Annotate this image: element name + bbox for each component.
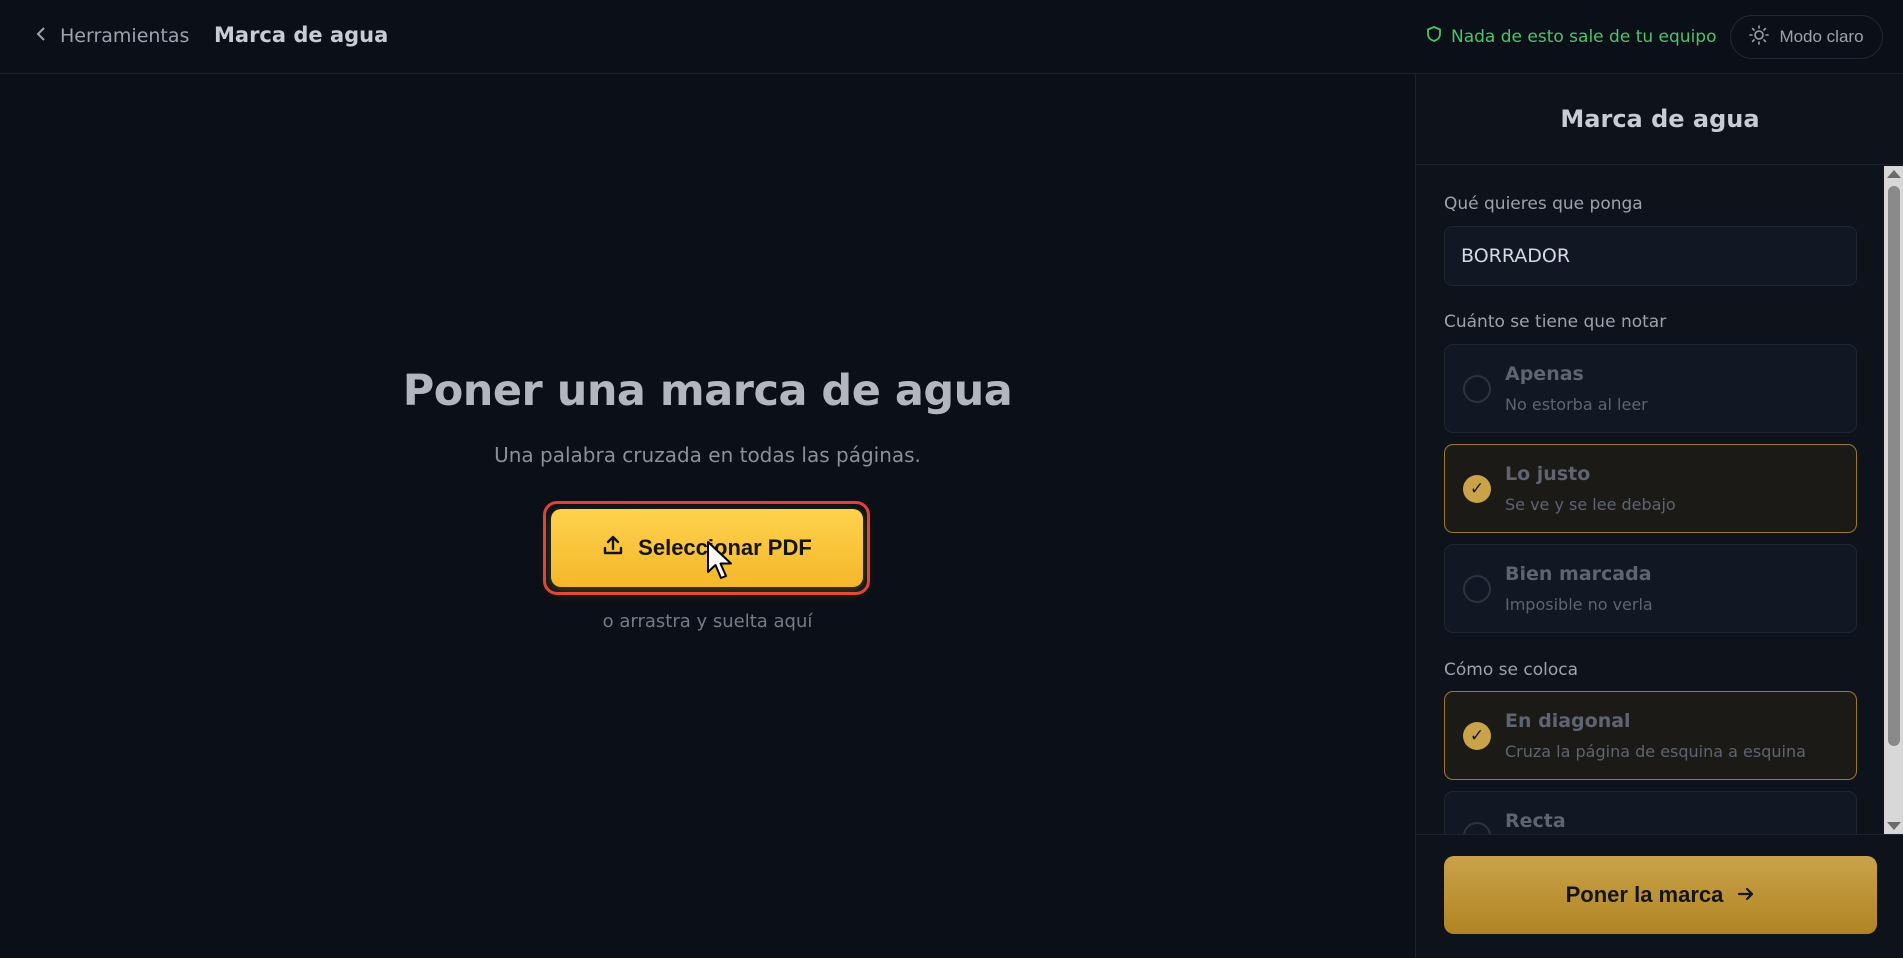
watermark-text-input[interactable] [1444, 226, 1857, 286]
radio-icon [1463, 575, 1491, 603]
option-title: Bien marcada [1505, 563, 1652, 585]
option-title: Recta [1505, 810, 1566, 832]
arrow-right-icon [1737, 882, 1755, 908]
shield-icon [1427, 26, 1441, 47]
apply-watermark-label: Poner la marca [1565, 882, 1724, 907]
scroll-up-icon[interactable] [1887, 170, 1901, 178]
light-mode-label: Modo claro [1779, 27, 1864, 46]
option-description: Imposible no verla [1505, 595, 1653, 614]
scroll-down-icon[interactable] [1887, 822, 1901, 830]
back-link-label: Herramientas [60, 25, 190, 47]
scrollbar-thumb[interactable] [1888, 186, 1900, 746]
settings-panel: Marca de agua Qué quieres que ponga Cuán… [1415, 74, 1903, 958]
mouse-cursor-icon [706, 540, 736, 586]
upload-icon [602, 534, 624, 562]
hero-subtitle: Una palabra cruzada en todas las páginas… [494, 443, 921, 467]
option-description: Cruza la página de esquina a esquina [1505, 742, 1806, 761]
check-icon: ✓ [1463, 722, 1491, 750]
panel-title: Marca de agua [1416, 74, 1903, 165]
top-bar: Herramientas Marca de agua Nada de esto … [0, 0, 1903, 74]
option-description: Se ve y se lee debajo [1505, 495, 1676, 514]
page-title: Marca de agua [214, 23, 389, 47]
privacy-notice: Nada de esto sale de tu equipo [1427, 26, 1716, 47]
placement-label: Cómo se coloca [1444, 660, 1578, 680]
intensity-option-apenas[interactable]: Apenas No estorba al leer [1444, 344, 1857, 433]
option-title: Lo justo [1505, 463, 1591, 485]
intensity-option-lo-justo[interactable]: ✓ Lo justo Se ve y se lee debajo [1444, 444, 1857, 533]
option-title: En diagonal [1505, 710, 1631, 732]
panel-footer: Poner la marca [1416, 834, 1903, 958]
radio-icon [1463, 375, 1491, 403]
placement-option-diagonal[interactable]: ✓ En diagonal Cruza la página de esquina… [1444, 691, 1857, 780]
chevron-left-icon [36, 26, 46, 46]
privacy-text: Nada de esto sale de tu equipo [1451, 26, 1717, 47]
option-title: Apenas [1505, 363, 1584, 385]
apply-watermark-button[interactable]: Poner la marca [1444, 856, 1877, 934]
intensity-option-bien-marcada[interactable]: Bien marcada Imposible no verla [1444, 544, 1857, 633]
check-icon: ✓ [1463, 475, 1491, 503]
panel-scrollbar[interactable] [1884, 166, 1903, 834]
intensity-label: Cuánto se tiene que notar [1444, 312, 1667, 332]
text-field-label: Qué quieres que ponga [1444, 194, 1643, 214]
hero-title: Poner una marca de agua [402, 366, 1013, 416]
sun-icon [1749, 24, 1770, 50]
drop-hint: o arrastra y suelta aquí [602, 611, 813, 632]
back-link[interactable]: Herramientas [36, 25, 189, 47]
option-description: No estorba al leer [1505, 395, 1648, 414]
light-mode-toggle[interactable]: Modo claro [1730, 15, 1883, 59]
